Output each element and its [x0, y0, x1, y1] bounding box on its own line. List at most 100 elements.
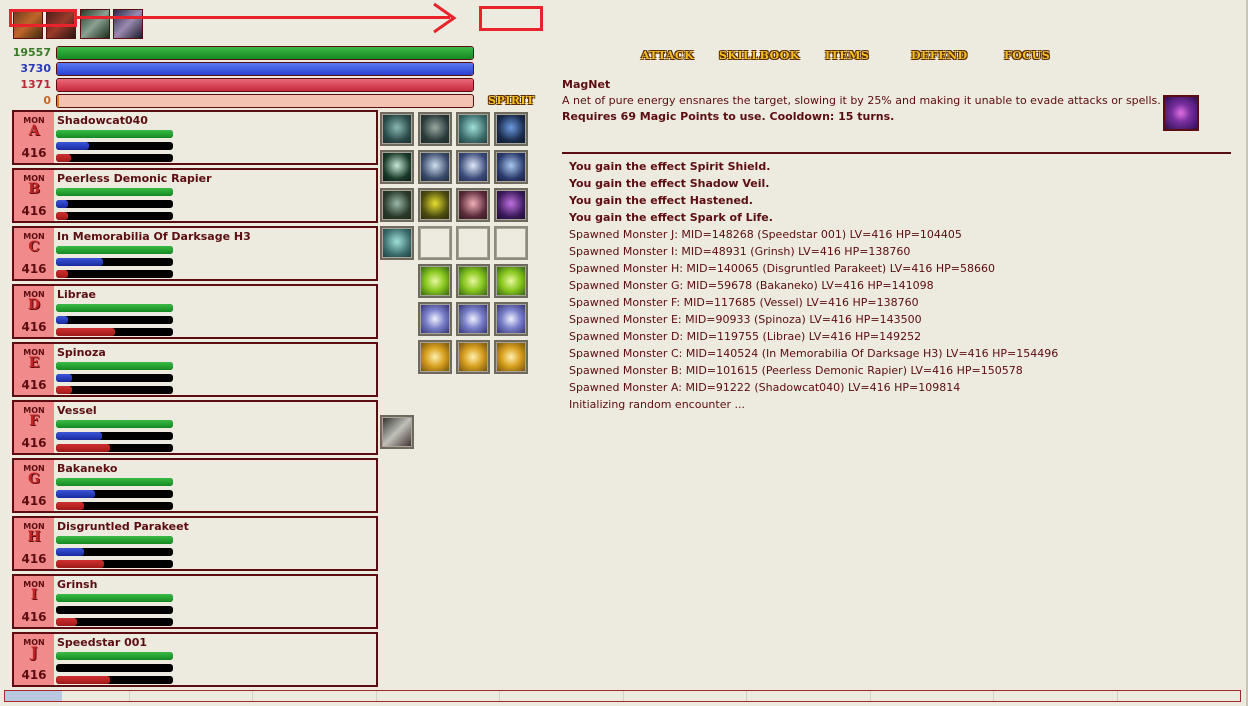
monster-name: Vessel — [57, 404, 97, 417]
monster-hp-fill — [56, 304, 173, 312]
monster-sp-bar — [56, 560, 173, 568]
log-line: Spawned Monster H: MID=140065 (Disgruntl… — [569, 262, 995, 275]
monster-sp-fill — [56, 444, 110, 452]
log-line: Spawned Monster G: MID=59678 (Bakaneko) … — [569, 279, 934, 292]
buff-icon[interactable] — [418, 188, 452, 222]
monster-name: Librae — [57, 288, 96, 301]
monster-level: 416 — [21, 494, 47, 508]
player-mp-bar — [56, 62, 474, 76]
monster-panel-h[interactable]: MON H 416 Disgruntled Parakeet — [12, 516, 378, 571]
monster-sp-bar — [56, 212, 173, 220]
monster-hp-fill — [56, 188, 173, 196]
player-oc-fill — [57, 95, 60, 107]
buff-icon[interactable] — [456, 150, 490, 184]
buff-icon[interactable] — [380, 112, 414, 146]
monster-panel-a[interactable]: MON A 416 Shadowcat040 — [12, 110, 378, 165]
buff-icon[interactable] — [456, 264, 490, 298]
monster-sp-bar — [56, 444, 173, 452]
monster-sp-fill — [56, 502, 85, 510]
buff-icon[interactable] — [494, 340, 528, 374]
skill-name: MagNet — [562, 78, 611, 91]
buff-icon[interactable] — [456, 112, 490, 146]
log-line: Spawned Monster E: MID=90933 (Spinoza) L… — [569, 313, 922, 326]
monster-name: Speedstar 001 — [57, 636, 148, 649]
buff-icon[interactable] — [456, 188, 490, 222]
log-line: You gain the effect Hastened. — [569, 194, 753, 207]
monster-level: 416 — [21, 262, 47, 276]
skillbook-button[interactable]: SKILLBOOK — [719, 49, 800, 62]
monster-panel-c[interactable]: MON C 416 In Memorabilia Of Darksage H3 — [12, 226, 378, 281]
annotation-arrow-line — [77, 16, 450, 19]
debuff-icon[interactable] — [380, 415, 414, 449]
defend-button[interactable]: DEFEND — [911, 49, 968, 62]
buff-icon[interactable] — [418, 150, 452, 184]
monster-panel-b[interactable]: MON B 416 Peerless Demonic Rapier — [12, 168, 378, 223]
buff-icon[interactable] — [380, 226, 414, 260]
monster-name: Grinsh — [57, 578, 98, 591]
monster-sp-fill — [56, 270, 68, 278]
monster-name: Bakaneko — [57, 462, 118, 475]
bottom-bar-segment — [622, 691, 624, 701]
monster-sp-bar — [56, 502, 173, 510]
items-button[interactable]: ITEMS — [825, 49, 869, 62]
monster-mp-fill — [56, 374, 73, 382]
effect-icon-4[interactable] — [113, 9, 143, 39]
monster-tag: MON A 416 — [14, 112, 54, 163]
buff-icon[interactable] — [418, 112, 452, 146]
log-line: Initializing random encounter ... — [569, 398, 745, 411]
buff-icon[interactable] — [380, 188, 414, 222]
monster-hp-fill — [56, 246, 173, 254]
bottom-bar-segment — [499, 691, 500, 701]
buff-icon[interactable] — [418, 340, 452, 374]
spirit-button[interactable]: SPIRIT — [488, 94, 540, 108]
buff-icon[interactable] — [456, 340, 490, 374]
buff-icon[interactable] — [494, 188, 528, 222]
bottom-bar-segment — [746, 691, 747, 701]
buff-icon[interactable] — [418, 302, 452, 336]
buff-icon[interactable] — [494, 264, 528, 298]
monster-tag: MON I 416 — [14, 576, 54, 627]
monster-hp-fill — [56, 362, 173, 370]
monster-mp-bar — [56, 258, 173, 266]
focus-button[interactable]: FOCUS — [1004, 49, 1050, 62]
log-line: You gain the effect Spirit Shield. — [569, 160, 771, 173]
monster-letter: G — [28, 471, 40, 487]
buff-icon[interactable] — [380, 150, 414, 184]
monster-panel-d[interactable]: MON D 416 Librae — [12, 284, 378, 339]
buff-icon[interactable] — [494, 302, 528, 336]
annotation-box-target — [479, 6, 543, 31]
monster-sp-fill — [56, 212, 68, 220]
monster-panel-g[interactable]: MON G 416 Bakaneko — [12, 458, 378, 513]
player-sp-value: 1371 — [20, 78, 51, 91]
monster-hp-bar — [56, 420, 173, 428]
bottom-bar-segment — [252, 691, 253, 701]
player-oc-bar — [56, 94, 474, 108]
player-mp-value: 3730 — [20, 62, 51, 75]
monster-letter: A — [28, 123, 40, 139]
bottom-progress-fill — [5, 691, 62, 701]
buff-icon[interactable] — [456, 302, 490, 336]
buff-icon[interactable] — [494, 150, 528, 184]
monster-letter: E — [28, 355, 40, 371]
log-line: Spawned Monster F: MID=117685 (Vessel) L… — [569, 296, 919, 309]
monster-mp-bar — [56, 548, 173, 556]
attack-button[interactable]: ATTACK — [641, 49, 694, 62]
log-line: Spawned Monster J: MID=148268 (Speedstar… — [569, 228, 962, 241]
monster-panel-f[interactable]: MON F 416 Vessel — [12, 400, 378, 455]
monster-tag: MON F 416 — [14, 402, 54, 453]
monster-name: Spinoza — [57, 346, 106, 359]
player-mp-fill — [57, 63, 473, 75]
monster-panel-e[interactable]: MON E 416 Spinoza — [12, 342, 378, 397]
monster-hp-bar — [56, 188, 173, 196]
buff-icon[interactable] — [494, 112, 528, 146]
player-oc-value: 0 — [43, 94, 51, 107]
monster-panel-j[interactable]: MON J 416 Speedstar 001 — [12, 632, 378, 687]
buff-icon[interactable] — [418, 264, 452, 298]
empty-buff-slot — [456, 226, 490, 260]
monster-level: 416 — [21, 146, 47, 160]
monster-level: 416 — [21, 610, 47, 624]
log-line: Spawned Monster A: MID=91222 (Shadowcat0… — [569, 381, 961, 394]
monster-panel-i[interactable]: MON I 416 Grinsh — [12, 574, 378, 629]
bottom-bar-segment — [1116, 691, 1118, 701]
effect-icon-3[interactable] — [80, 9, 110, 39]
